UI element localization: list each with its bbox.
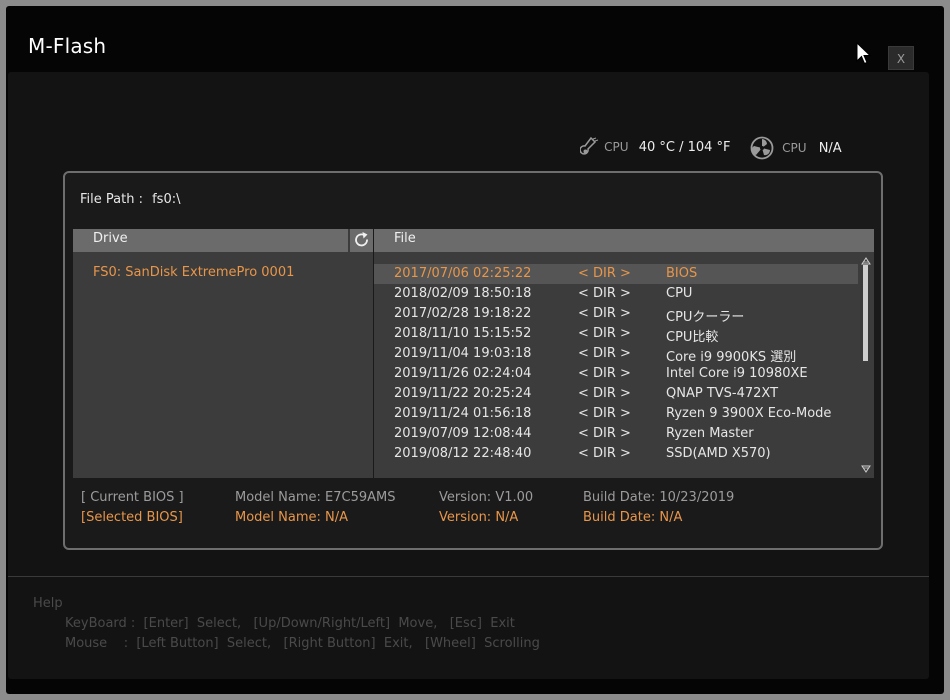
file-row[interactable]: 2017/02/28 19:18:22 < DIR > CPUクーラー — [374, 304, 858, 325]
refresh-icon — [355, 232, 368, 247]
file-type: < DIR > — [578, 406, 631, 421]
current-version: Version: V1.00 — [439, 490, 534, 505]
scroll-up-icon[interactable] — [861, 257, 871, 265]
selected-version: Version: N/A — [439, 510, 519, 525]
file-type: < DIR > — [578, 386, 631, 401]
file-type: < DIR > — [578, 346, 631, 361]
file-path: File Path : fs0:\ — [80, 192, 181, 207]
file-row[interactable]: 2019/07/09 12:08:44 < DIR > Ryzen Master — [374, 424, 858, 444]
drive-item-fs0[interactable]: FS0: SanDisk ExtremePro 0001 — [93, 265, 294, 280]
close-button[interactable]: X — [888, 46, 914, 70]
cpu-temperature-status: CPU 40 °C / 104 °F — [580, 136, 731, 166]
help-divider — [8, 576, 929, 577]
file-row[interactable]: 2019/11/04 19:03:18 < DIR > Core i9 9900… — [374, 344, 858, 365]
file-list: File 2017/07/06 02:25:22 < DIR > BIOS 20… — [374, 229, 874, 478]
window-title: M-Flash — [28, 34, 107, 58]
file-name: SSD(AMD X570) — [666, 446, 771, 461]
file-column-header: File — [374, 229, 874, 252]
file-name: Ryzen 9 3900X Eco-Mode — [666, 406, 832, 421]
file-type: < DIR > — [578, 326, 631, 341]
file-path-label: File Path : — [80, 192, 143, 207]
drive-column-header: Drive — [73, 229, 348, 252]
refresh-button[interactable] — [349, 229, 373, 252]
file-date: 2019/11/24 01:56:18 — [394, 406, 532, 421]
file-row[interactable]: 2017/07/06 02:25:22 < DIR > BIOS — [374, 264, 858, 284]
file-type: < DIR > — [578, 306, 631, 321]
current-bios-label: [ Current BIOS ] — [81, 490, 184, 505]
cpu-temp-label: CPU — [604, 140, 629, 154]
current-model-name: Model Name: E7C59AMS — [235, 490, 396, 505]
file-row[interactable]: 2019/08/12 22:48:40 < DIR > SSD(AMD X570… — [374, 444, 858, 464]
scrollbar-thumb[interactable] — [863, 265, 868, 361]
file-type: < DIR > — [578, 266, 631, 281]
cursor-icon — [856, 42, 872, 65]
file-date: 2019/11/04 19:03:18 — [394, 346, 532, 361]
file-path-value: fs0:\ — [152, 192, 181, 207]
file-name: Intel Core i9 10980XE — [666, 366, 808, 381]
file-name: CPUクーラー — [666, 310, 745, 325]
file-date: 2018/02/09 18:50:18 — [394, 286, 532, 301]
file-name: BIOS — [666, 266, 698, 281]
help-keyboard: KeyBoard : [Enter] Select, [Up/Down/Righ… — [65, 616, 515, 631]
selected-model-name: Model Name: N/A — [235, 510, 349, 525]
file-row[interactable]: 2018/11/10 15:15:52 < DIR > CPU比較 — [374, 324, 858, 345]
file-type: < DIR > — [578, 446, 631, 461]
file-list-scrollbar[interactable] — [860, 257, 872, 475]
file-row[interactable]: 2019/11/24 01:56:18 < DIR > Ryzen 9 3900… — [374, 404, 858, 424]
file-type: < DIR > — [578, 366, 631, 381]
file-date: 2017/07/06 02:25:22 — [394, 266, 532, 281]
file-date: 2018/11/10 15:15:52 — [394, 326, 532, 341]
cpu-fan-value: N/A — [818, 140, 842, 156]
file-date: 2019/08/12 22:48:40 — [394, 446, 532, 461]
file-name: Ryzen Master — [666, 426, 754, 441]
file-date: 2017/02/28 19:18:22 — [394, 306, 532, 321]
file-name: QNAP TVS-472XT — [666, 386, 779, 401]
help-mouse: Mouse : [Left Button] Select, [Right But… — [65, 636, 540, 651]
file-row[interactable]: 2019/11/26 02:24:04 < DIR > Intel Core i… — [374, 364, 858, 384]
current-build-date: Build Date: 10/23/2019 — [583, 490, 735, 505]
drive-list: Drive FS0: SanDisk ExtremePro 0001 — [73, 229, 373, 478]
thermometer-icon — [580, 136, 599, 155]
file-row[interactable]: 2018/02/09 18:50:18 < DIR > CPU — [374, 284, 858, 304]
cpu-fan-status: CPU N/A — [750, 136, 842, 166]
file-date: 2019/11/26 02:24:04 — [394, 366, 532, 381]
file-name: CPU — [666, 286, 693, 301]
selected-bios-label: [Selected BIOS] — [81, 510, 183, 525]
file-type: < DIR > — [578, 426, 631, 441]
selected-build-date: Build Date: N/A — [583, 510, 683, 525]
scroll-down-icon[interactable] — [861, 465, 871, 473]
cpu-fan-label: CPU — [782, 141, 807, 155]
file-type: < DIR > — [578, 286, 631, 301]
file-date: 2019/07/09 12:08:44 — [394, 426, 532, 441]
file-name: Core i9 9900KS 選別 — [666, 350, 797, 365]
help-title: Help — [33, 596, 63, 611]
file-date: 2019/11/22 20:25:24 — [394, 386, 532, 401]
cpu-temp-value: 40 °C / 104 °F — [638, 139, 731, 155]
file-row[interactable]: 2019/11/22 20:25:24 < DIR > QNAP TVS-472… — [374, 384, 858, 404]
file-name: CPU比較 — [666, 330, 719, 345]
fan-icon — [750, 136, 774, 160]
